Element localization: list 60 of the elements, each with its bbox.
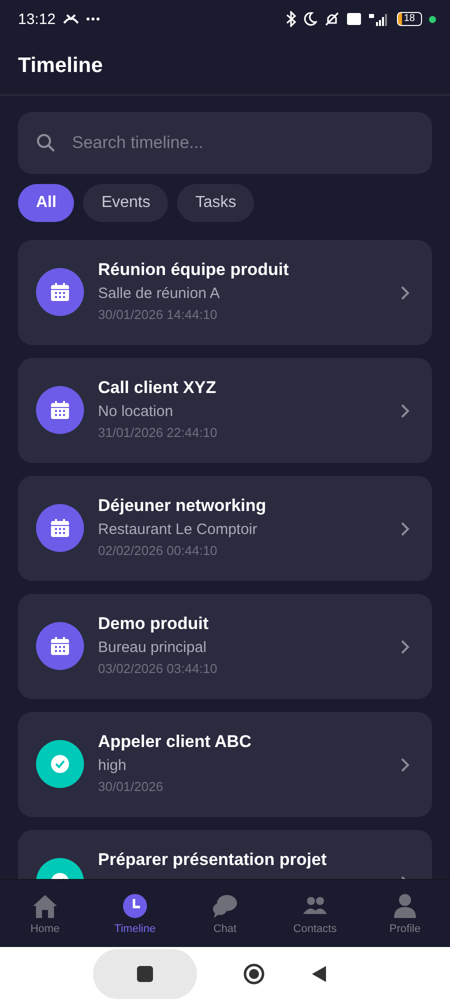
- chevron-right-icon: [400, 639, 410, 655]
- chevron-right-icon: [400, 521, 410, 537]
- page-title: Timeline: [18, 54, 103, 78]
- home-icon: [31, 892, 59, 920]
- search-bar[interactable]: Search timeline...: [18, 112, 432, 174]
- card-title: Appeler client ABC: [98, 732, 252, 752]
- card-title: Réunion équipe produit: [98, 260, 290, 280]
- chevron-right-icon: [400, 757, 410, 773]
- more-icon: [86, 17, 100, 21]
- nav-tab[interactable]: Contacts: [270, 880, 360, 947]
- task-check-icon: [36, 740, 84, 788]
- timeline-card[interactable]: Réunion équipe produit Salle de réunion A 30/01/2026 14:44:10: [18, 240, 432, 345]
- missed-call-icon: [62, 13, 79, 25]
- card-date: 03/02/2026 03:44:10: [98, 661, 218, 676]
- card-title: Call client XYZ: [98, 378, 218, 398]
- card-date: 02/02/2026 00:44:10: [98, 543, 218, 558]
- signal-icon: [368, 12, 390, 26]
- camera-dot-icon: [429, 16, 436, 22]
- card-date: 30/01/2026 14:44:10: [98, 307, 218, 322]
- moon-icon: [302, 12, 317, 26]
- status-time: 13:12: [18, 10, 56, 28]
- calendar-icon: [36, 268, 84, 316]
- search-input[interactable]: Search timeline...: [70, 132, 414, 154]
- nav-tab[interactable]: Timeline: [90, 880, 180, 947]
- timeline-card[interactable]: Demo produit Bureau principal 03/02/2026 03:44:10: [18, 594, 432, 699]
- card-date: 30/01/2026: [98, 779, 164, 794]
- timeline-card[interactable]: Préparer présentation projet: [18, 830, 432, 879]
- timeline-card[interactable]: Appeler client ABC high 30/01/2026: [18, 712, 432, 817]
- card-subtitle: Salle de réunion A: [98, 285, 221, 302]
- card-subtitle: Bureau principal: [98, 639, 208, 656]
- card-title: Préparer présentation projet: [98, 850, 328, 870]
- bluetooth-icon: [286, 11, 296, 27]
- nav-tab[interactable]: Profile: [360, 880, 450, 947]
- battery-indicator: 18: [396, 12, 422, 26]
- nav-tab[interactable]: Home: [0, 880, 90, 947]
- chevron-right-icon: [400, 403, 410, 419]
- card-title: Demo produit: [98, 614, 210, 634]
- card-date: 31/01/2026 22:44:10: [98, 425, 218, 440]
- recents-button[interactable]: [93, 948, 197, 998]
- card-subtitle: No location: [98, 403, 174, 420]
- clock-icon: [121, 892, 149, 920]
- chevron-right-icon: [400, 285, 410, 301]
- muted-bell-icon: [324, 11, 340, 27]
- calendar-icon: [36, 622, 84, 670]
- card-title: Déjeuner networking: [98, 496, 268, 516]
- back-button[interactable]: [311, 964, 327, 982]
- home-button[interactable]: [243, 962, 265, 984]
- calendar-icon: [36, 386, 84, 434]
- calendar-icon: [36, 504, 84, 552]
- filter-chip[interactable]: Tasks: [177, 184, 254, 222]
- filter-chip[interactable]: All: [18, 184, 74, 222]
- nav-tab[interactable]: Chat: [180, 880, 270, 947]
- card-subtitle: Restaurant Le Comptoir: [98, 521, 258, 538]
- timeline-card[interactable]: Call client XYZ No location 31/01/2026 22:44:10: [18, 358, 432, 463]
- person-icon: [391, 892, 419, 920]
- filter-chip[interactable]: Events: [83, 184, 168, 222]
- card-subtitle: high: [98, 757, 128, 774]
- search-icon: [36, 133, 56, 153]
- chat-bubbles-icon: [211, 892, 239, 920]
- timeline-card[interactable]: Déjeuner networking Restaurant Le Comptoir 02/02/2026 00:44:10: [18, 476, 432, 581]
